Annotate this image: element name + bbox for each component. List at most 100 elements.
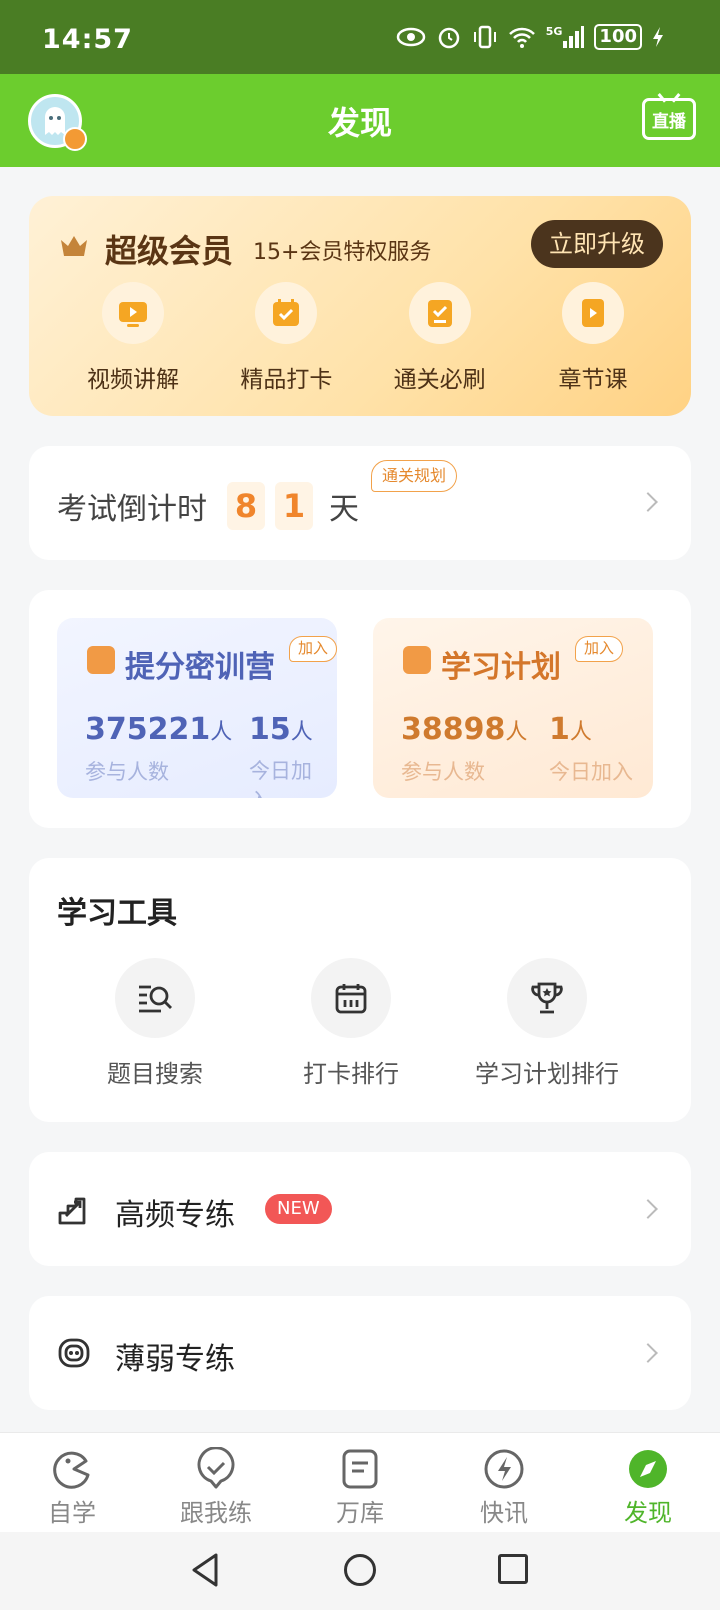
tab-library[interactable]: 万库 (288, 1433, 432, 1532)
search-list-icon (115, 958, 195, 1038)
live-label: 直播 (652, 111, 686, 132)
system-nav-bar (0, 1532, 720, 1610)
status-time: 14:57 (42, 24, 133, 55)
calendar-icon (311, 958, 391, 1038)
library-icon (338, 1447, 382, 1491)
calendar-check-icon (87, 646, 115, 674)
tool-question-search[interactable]: 题目搜索 (55, 958, 255, 1089)
wifi-icon (508, 25, 536, 49)
join-tag[interactable]: 加入 (289, 636, 337, 662)
tool-label: 学习计划排行 (475, 1060, 619, 1088)
countdown-digit: 1 (275, 482, 313, 530)
stairs-icon (57, 1192, 91, 1226)
upgrade-button[interactable]: 立即升级 (531, 220, 663, 268)
camps-card: 提分密训营 加入 375221人 参与人数 15人 今日加入 学习计划 加入 3… (29, 590, 691, 828)
participants-stat: 375221人 (85, 712, 232, 747)
home-icon[interactable] (344, 1554, 376, 1586)
participants-value: 38898 (401, 712, 506, 747)
vip-benefit-checkin[interactable]: 精品打卡 (226, 282, 346, 394)
trophy-icon (507, 958, 587, 1038)
charging-icon (652, 26, 664, 48)
recent-apps-icon[interactable] (498, 1554, 528, 1584)
tool-checkin-ranking[interactable]: 打卡排行 (251, 958, 451, 1089)
vip-card[interactable]: 超级会员 15+会员特权服务 立即升级 视频讲解 精品打卡 通关必刷 章节课 (29, 196, 691, 416)
today-value: 1 (549, 712, 570, 747)
page-title: 发现 (327, 104, 392, 142)
exercise-icon (408, 282, 471, 344)
practice-label: 高频专练 (115, 1198, 235, 1233)
today-unit: 人 (569, 720, 592, 745)
status-bar: 14:57 5G 100 (0, 0, 720, 74)
practice-weak-points[interactable]: 薄弱专练 (29, 1296, 691, 1410)
clipboard-icon (403, 646, 431, 674)
tab-news-flash[interactable]: 快讯 (432, 1433, 576, 1532)
participants-value: 375221 (85, 712, 211, 747)
exam-countdown-card[interactable]: 考试倒计时 8 1 天 通关规划 (29, 446, 691, 560)
tab-label: 跟我练 (180, 1499, 252, 1527)
vip-title: 超级会员 (105, 232, 234, 270)
today-caption: 今日加入 (549, 760, 633, 784)
flash-icon (482, 1447, 526, 1491)
camp-study-plan[interactable]: 学习计划 加入 38898人 参与人数 1人 今日加入 (373, 618, 653, 798)
tab-discover[interactable]: 发现 (576, 1433, 720, 1532)
tool-plan-ranking[interactable]: 学习计划排行 (447, 958, 647, 1089)
vip-benefit-label: 视频讲解 (87, 367, 179, 393)
new-badge: NEW (265, 1194, 332, 1224)
compass-icon (626, 1447, 670, 1491)
self-study-icon (50, 1447, 94, 1491)
camp-training[interactable]: 提分密训营 加入 375221人 参与人数 15人 今日加入 (57, 618, 337, 798)
crown-icon (59, 232, 89, 262)
bottom-tab-bar: 自学 跟我练 万库 快讯 发现 (0, 1432, 720, 1532)
vibrate-icon (472, 24, 498, 50)
tool-label: 题目搜索 (107, 1060, 203, 1088)
join-tag[interactable]: 加入 (575, 636, 624, 662)
live-button[interactable]: 直播 (642, 98, 696, 140)
vip-benefit-label: 精品打卡 (240, 367, 333, 393)
vip-subtitle: 15+会员特权服务 (253, 240, 432, 265)
vip-benefit-label: 通关必刷 (393, 367, 486, 393)
chevron-right-icon (638, 1199, 658, 1219)
participants-stat: 38898人 (401, 712, 527, 747)
target-icon (57, 1336, 91, 1370)
tab-label: 自学 (48, 1499, 96, 1527)
study-tools-card: 学习工具 题目搜索 打卡排行 学习计划排行 (29, 858, 691, 1122)
today-value: 15 (249, 712, 291, 747)
vip-benefit-video[interactable]: 视频讲解 (73, 282, 193, 394)
countdown-digit: 8 (227, 482, 265, 530)
vip-benefit-label: 章节课 (558, 367, 628, 393)
tab-label: 万库 (336, 1499, 384, 1527)
camp-title: 学习计划 (441, 650, 561, 685)
app-header: 发现 直播 (0, 74, 720, 167)
battery-indicator: 100 (594, 24, 642, 50)
today-unit: 人 (290, 720, 313, 745)
chevron-right-icon (638, 1343, 658, 1363)
eye-icon (396, 26, 426, 48)
tab-label: 快讯 (480, 1499, 528, 1527)
tab-self-study[interactable]: 自学 (0, 1433, 144, 1532)
today-caption: 今日加入 (249, 759, 312, 798)
tab-label: 发现 (624, 1499, 672, 1527)
practice-icon (194, 1446, 238, 1491)
participants-caption: 参与人数 (401, 760, 485, 784)
back-icon[interactable] (190, 1552, 220, 1592)
signal-icon: 5G (546, 25, 585, 49)
participants-unit: 人 (210, 720, 233, 745)
countdown-unit: 天 (329, 492, 359, 527)
checkin-icon (255, 282, 318, 344)
alarm-icon (436, 24, 462, 50)
status-icons: 5G 100 (396, 24, 664, 50)
countdown-label: 考试倒计时 (57, 492, 207, 527)
chevron-right-icon (638, 492, 658, 512)
plan-tag[interactable]: 通关规划 (371, 460, 458, 492)
vip-benefit-exercise[interactable]: 通关必刷 (380, 282, 500, 394)
section-title: 学习工具 (57, 896, 177, 931)
today-stat: 1人 (549, 712, 592, 747)
participants-unit: 人 (505, 720, 528, 745)
vip-benefit-chapter[interactable]: 章节课 (533, 282, 653, 394)
tab-follow-practice[interactable]: 跟我练 (144, 1433, 288, 1532)
camp-title: 提分密训营 (125, 650, 275, 685)
vip-benefits: 视频讲解 精品打卡 通关必刷 章节课 (73, 282, 653, 394)
today-stat: 15人 (249, 712, 313, 747)
practice-high-frequency[interactable]: 高频专练 NEW (29, 1152, 691, 1266)
tool-label: 打卡排行 (303, 1060, 399, 1088)
